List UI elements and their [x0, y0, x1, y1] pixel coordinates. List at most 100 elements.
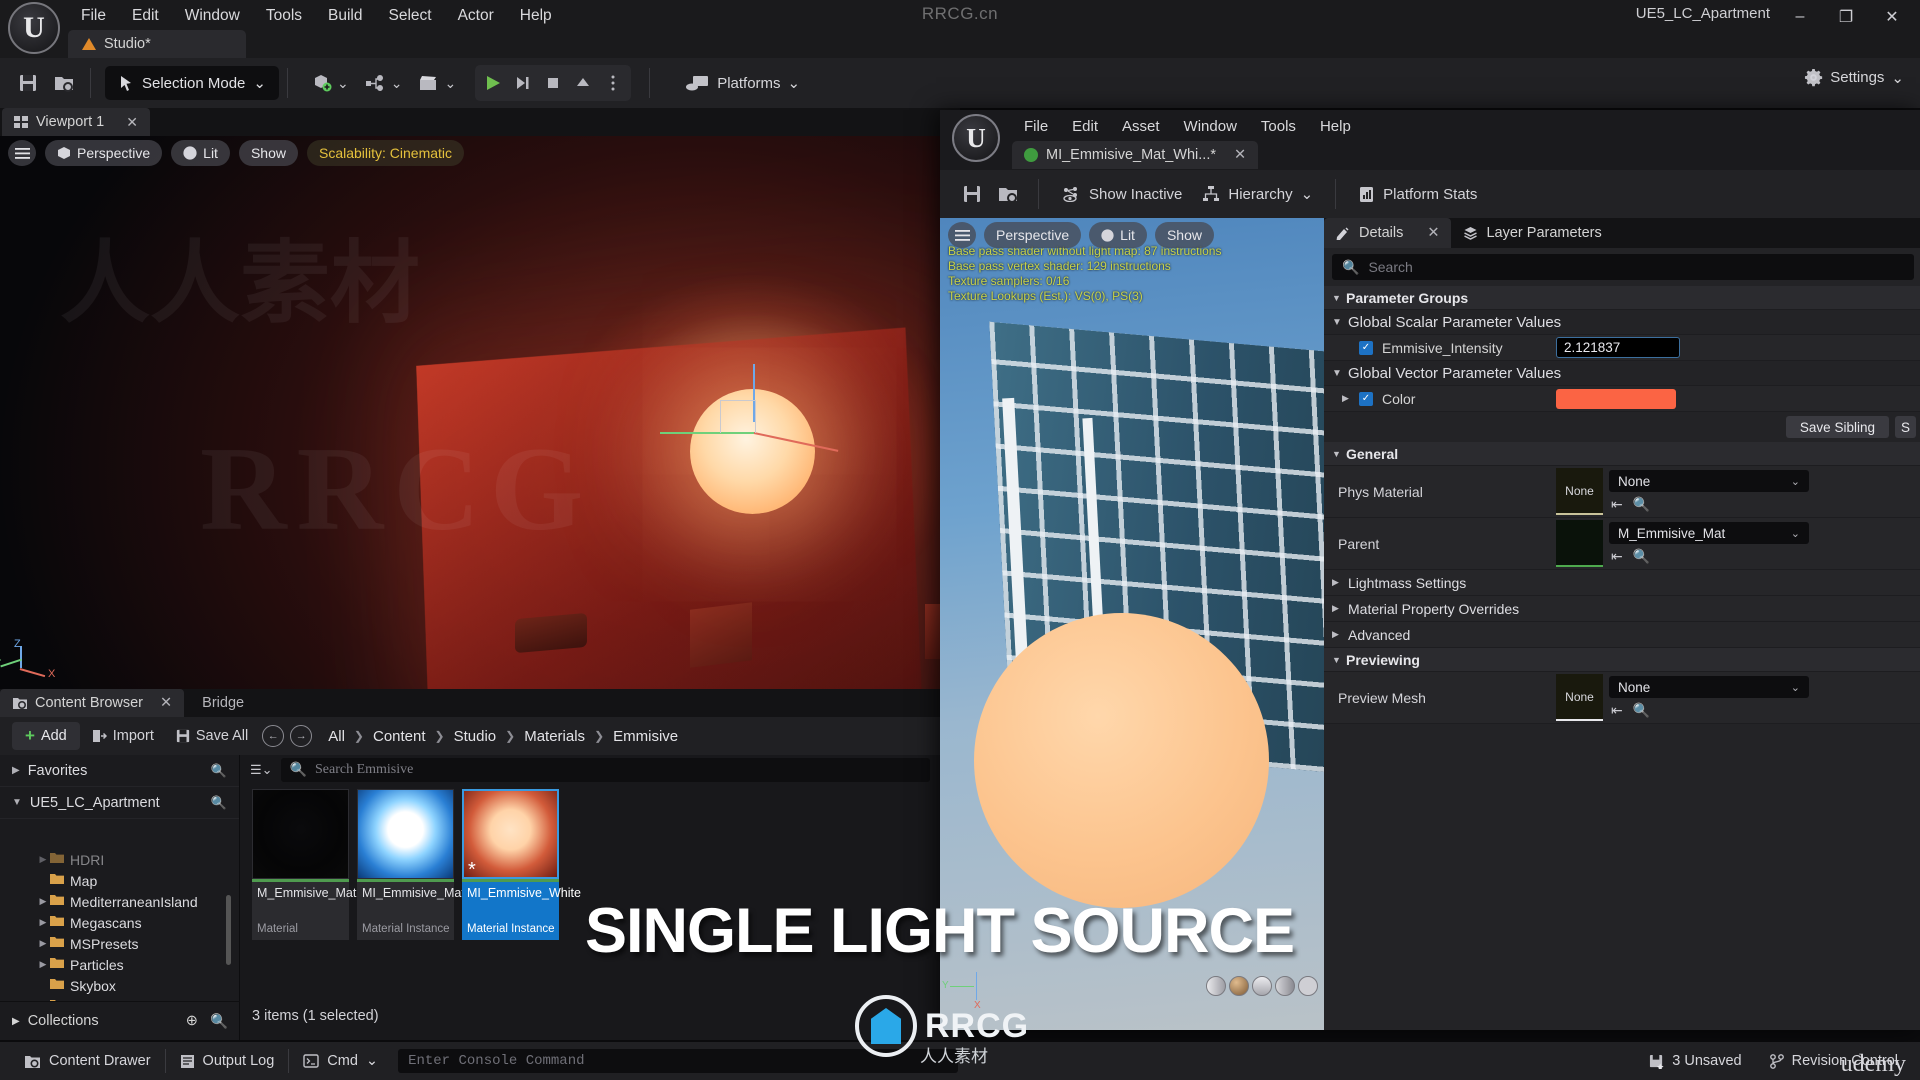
menu-item-file[interactable]: File	[1012, 112, 1060, 141]
emmisive-intensity-input[interactable]: 2.121837	[1556, 337, 1680, 358]
tree-node[interactable]: ▶ HDRI	[0, 849, 240, 870]
save-sibling-button[interactable]: Save Sibling	[1785, 416, 1889, 438]
tree-node[interactable]: ▶ MSPresets	[0, 933, 240, 954]
section-global-scalar[interactable]: ▼ Global Scalar Parameter Values	[1324, 310, 1920, 335]
menu-item-tools[interactable]: Tools	[253, 1, 315, 31]
browse-to-asset-icon[interactable]: 🔍	[1633, 548, 1650, 565]
selection-mode-button[interactable]: Selection Mode ⌄	[105, 66, 279, 100]
menu-item-build[interactable]: Build	[315, 1, 375, 31]
plane-shape-button[interactable]	[1252, 976, 1272, 996]
custom-mesh-button[interactable]	[1298, 976, 1318, 996]
tab-content-browser[interactable]: Content Browser ✕	[0, 689, 185, 717]
eject-button[interactable]	[568, 68, 598, 98]
asset-tile[interactable]: M_Emmisive_Mat Material	[252, 789, 356, 940]
section-parameter-groups[interactable]: ▼ Parameter Groups	[1324, 286, 1920, 310]
section-global-vector[interactable]: ▼ Global Vector Parameter Values	[1324, 361, 1920, 386]
phys-material-dropdown[interactable]: None ⌄	[1609, 470, 1809, 492]
blueprints-button[interactable]: ⌄	[358, 66, 410, 100]
menu-item-edit[interactable]: Edit	[1060, 112, 1110, 141]
sphere-shape-button[interactable]	[1229, 976, 1249, 996]
details-search-input[interactable]: 🔍 Search	[1332, 254, 1914, 280]
asset-tile[interactable]: MI_Emmisive_Mat_Blue Material Instance	[357, 789, 497, 940]
tree-node[interactable]: ▶ Megascans	[0, 912, 240, 933]
section-previewing[interactable]: ▼ Previewing	[1324, 648, 1920, 672]
breadcrumb-emmisive[interactable]: Emmisive	[613, 728, 678, 745]
back-icon[interactable]: ←	[262, 725, 285, 747]
tab-viewport-1[interactable]: Viewport 1 ✕	[2, 108, 150, 136]
preview-perspective-button[interactable]: Perspective	[984, 222, 1082, 248]
material-instance-tab[interactable]: MI_Emmisive_Mat_Whi...* ✕	[1012, 141, 1259, 169]
viewport-perspective-button[interactable]: Perspective	[45, 140, 163, 166]
menu-item-tools[interactable]: Tools	[1249, 112, 1308, 141]
use-selected-asset-icon[interactable]: ⇤	[1611, 496, 1623, 513]
preview-show-button[interactable]: Show	[1154, 222, 1214, 248]
transform-gizmo[interactable]	[660, 364, 839, 488]
preview-mesh-shape-buttons[interactable]	[1206, 976, 1318, 996]
row-lightmass-settings[interactable]: ▶ Lightmass Settings	[1324, 570, 1920, 596]
skip-button[interactable]	[508, 68, 538, 98]
minimize-icon[interactable]: –	[1778, 2, 1822, 32]
tab-details[interactable]: Details ✕	[1324, 218, 1452, 248]
breadcrumb-content[interactable]: Content	[373, 728, 426, 745]
close-icon[interactable]: ✕	[1870, 2, 1914, 32]
search-icon[interactable]: 🔍	[211, 795, 227, 811]
more-options-icon[interactable]	[598, 68, 628, 98]
play-button[interactable]	[478, 68, 508, 98]
save-icon[interactable]	[10, 65, 46, 101]
row-material-property-overrides[interactable]: ▶ Material Property Overrides	[1324, 596, 1920, 622]
level-viewport[interactable]: Z X Y Perspective Lit Show	[0, 136, 960, 689]
platform-stats-button[interactable]: Platform Stats	[1348, 177, 1487, 211]
tree-scrollbar[interactable]	[226, 895, 231, 965]
add-collection-icon[interactable]: ⊕	[186, 1013, 198, 1030]
menu-item-asset[interactable]: Asset	[1110, 112, 1172, 141]
use-selected-asset-icon[interactable]: ⇤	[1611, 702, 1623, 719]
param-checkbox-color[interactable]: ✓	[1359, 391, 1373, 406]
favorites-section[interactable]: ▶ Favorites 🔍	[0, 755, 239, 787]
tab-layer-parameters[interactable]: Layer Parameters	[1451, 218, 1613, 248]
browse-to-asset-icon[interactable]: 🔍	[1633, 702, 1650, 719]
close-icon[interactable]: ✕	[1234, 147, 1246, 163]
save-icon[interactable]	[954, 176, 990, 212]
asset-tile[interactable]: * MI_Emmisive_White Material Instance	[462, 789, 581, 940]
platforms-button[interactable]: Platforms ⌄	[686, 74, 800, 92]
project-section[interactable]: ▼ UE5_LC_Apartment 🔍	[0, 787, 239, 819]
close-icon[interactable]: ✕	[1427, 225, 1439, 241]
chevron-right-icon[interactable]: ▶	[36, 959, 50, 970]
main-menubar[interactable]: File Edit Window Tools Build Select Acto…	[68, 0, 565, 32]
browse-to-asset-icon[interactable]: 🔍	[1633, 496, 1650, 513]
tab-bridge[interactable]: Bridge	[184, 689, 262, 717]
close-icon[interactable]: ✕	[160, 695, 172, 711]
section-general[interactable]: ▼ General	[1324, 442, 1920, 466]
cylinder-shape-button[interactable]	[1206, 976, 1226, 996]
show-inactive-button[interactable]: Show Inactive	[1051, 177, 1192, 211]
output-log-button[interactable]: Output Log	[166, 1046, 289, 1076]
menu-item-window[interactable]: Window	[1172, 112, 1249, 141]
tree-node[interactable]: ▶ MediterraneanIsland	[0, 891, 240, 912]
save-all-button[interactable]: Save All	[166, 722, 258, 750]
breadcrumb-studio[interactable]: Studio	[454, 728, 497, 745]
color-swatch[interactable]	[1556, 388, 1676, 409]
chevron-right-icon[interactable]: ▶	[1342, 393, 1350, 404]
window-controls[interactable]: – ❐ ✕	[1778, 2, 1914, 32]
viewport-options-icon[interactable]	[8, 140, 36, 166]
cmd-button[interactable]: Cmd ⌄	[289, 1046, 392, 1076]
cube-shape-button[interactable]	[1275, 976, 1295, 996]
search-icon[interactable]: 🔍	[211, 763, 227, 779]
parent-thumbnail[interactable]	[1556, 520, 1603, 567]
menu-item-select[interactable]: Select	[376, 1, 445, 31]
row-advanced[interactable]: ▶ Advanced	[1324, 622, 1920, 648]
close-icon[interactable]: ✕	[126, 114, 138, 131]
tree-node[interactable]: ▶ Particles	[0, 954, 240, 975]
breadcrumb-all[interactable]: All	[328, 728, 345, 745]
preview-mesh-thumbnail[interactable]: None	[1556, 674, 1603, 721]
forward-icon[interactable]: →	[290, 725, 313, 747]
tree-node[interactable]: Map	[0, 870, 240, 891]
maximize-icon[interactable]: ❐	[1824, 2, 1868, 32]
settings-button[interactable]: Settings ⌄	[1804, 68, 1904, 87]
unsaved-button[interactable]: 3 Unsaved	[1635, 1046, 1755, 1076]
document-tab-studio[interactable]: Studio*	[68, 30, 246, 58]
hierarchy-button[interactable]: Hierarchy ⌄	[1192, 177, 1323, 211]
chevron-right-icon[interactable]: ▶	[36, 938, 50, 949]
chevron-right-icon[interactable]: ▶	[36, 896, 50, 907]
menu-item-file[interactable]: File	[68, 1, 119, 31]
